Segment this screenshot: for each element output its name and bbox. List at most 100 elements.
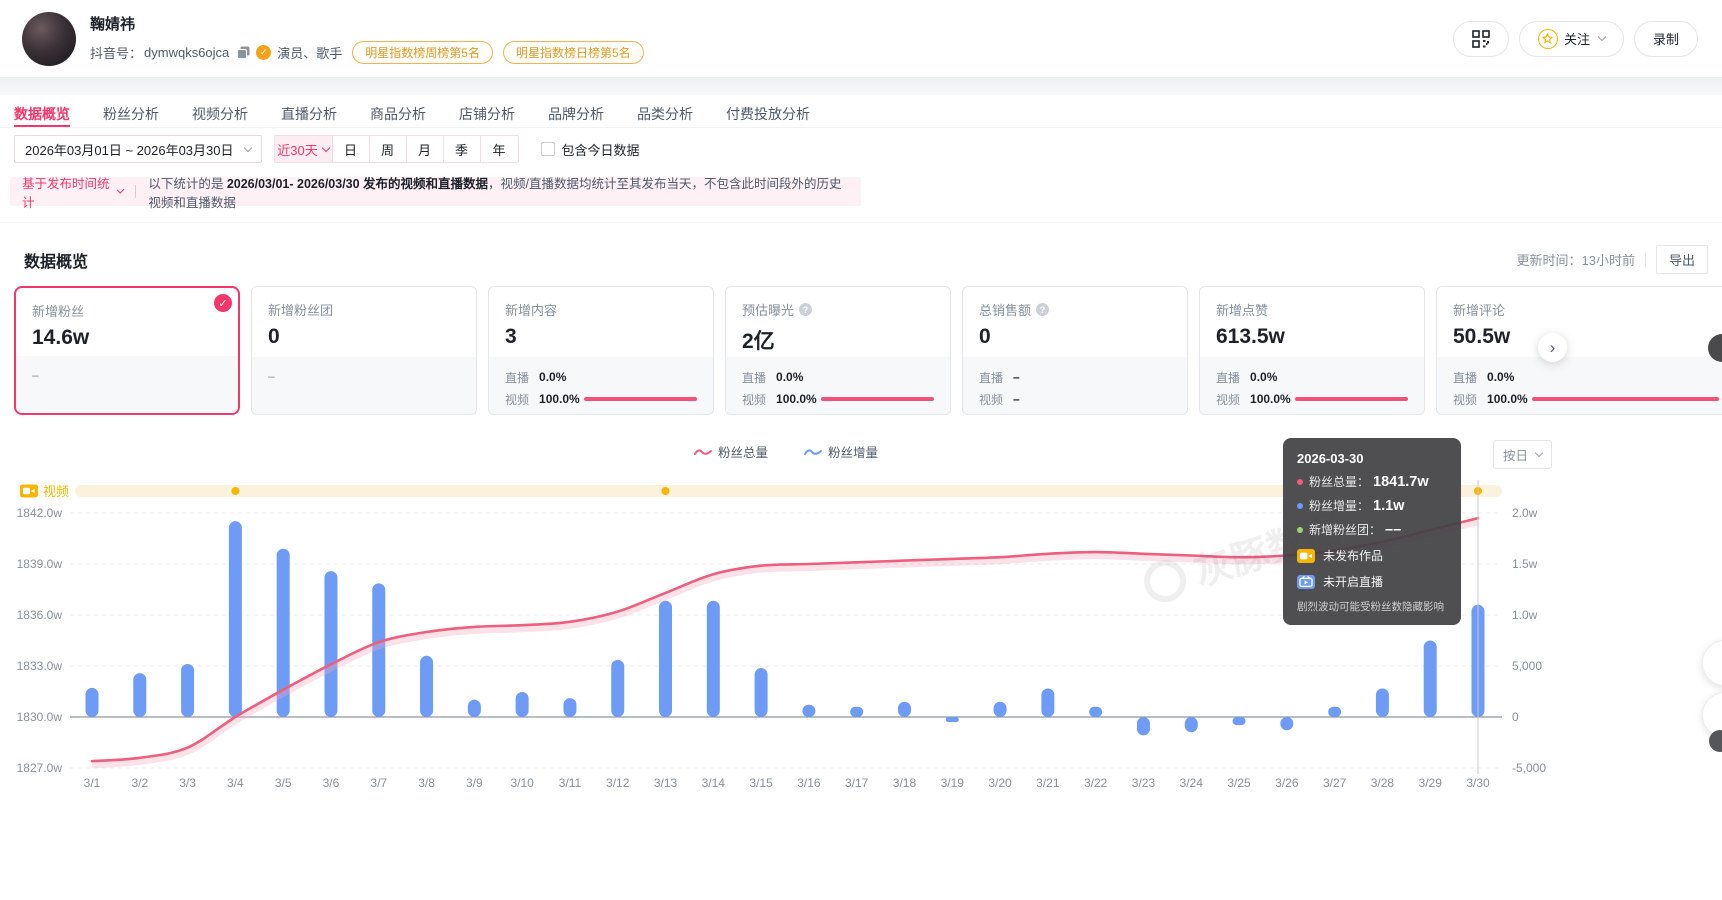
card-value: 0	[979, 325, 1171, 349]
period-月[interactable]: 月	[407, 136, 444, 162]
chevron-down-icon	[1535, 449, 1543, 457]
tab-视频分析[interactable]: 视频分析	[192, 104, 248, 127]
x-axis-tick: 3/6	[323, 776, 340, 790]
stat-card-新增点赞[interactable]: 新增点赞613.5w直播0.0%视频100.0%	[1199, 286, 1425, 415]
fans-trend-chart: 粉丝总量粉丝增量 按日 灰豚数据 1842.0w2.0w1839.0w1.5w1…	[0, 438, 1722, 818]
card-breakdown-row: 直播–	[979, 367, 1171, 387]
stat-card-新增粉丝[interactable]: 新增粉丝14.6w✓–	[14, 286, 240, 415]
x-axis-tick: 3/1	[84, 776, 101, 790]
follow-label: 关注	[1564, 29, 1590, 48]
right-axis-tick: 0	[1512, 710, 1519, 724]
x-axis-tick: 3/16	[797, 776, 821, 790]
card-label: 新增粉丝	[32, 301, 222, 320]
help-icon[interactable]: ?	[1036, 303, 1049, 316]
tooltip-date: 2026-03-30	[1297, 451, 1447, 466]
qr-code-button[interactable]	[1453, 21, 1509, 57]
granularity-select[interactable]: 按日	[1493, 440, 1552, 469]
card-selected-check-icon: ✓	[214, 294, 232, 312]
date-range-value: 2026年03月01日 ~ 2026年03月30日	[25, 140, 234, 159]
avatar[interactable]	[22, 12, 76, 66]
card-top: 总销售额?0	[963, 287, 1187, 349]
legend-item-粉丝增量[interactable]: 粉丝增量	[804, 442, 878, 461]
x-axis-tick: 3/15	[749, 776, 773, 790]
date-range-picker[interactable]: 2026年03月01日 ~ 2026年03月30日	[14, 135, 262, 163]
tab-付费投放分析[interactable]: 付费投放分析	[726, 104, 810, 127]
qr-icon	[1472, 30, 1490, 48]
card-breakdown: 直播0.0%视频100.0%	[1437, 357, 1722, 414]
video-publish-dot	[662, 487, 670, 495]
tab-粉丝分析[interactable]: 粉丝分析	[103, 104, 159, 127]
period-日[interactable]: 日	[333, 136, 370, 162]
tab-品类分析[interactable]: 品类分析	[637, 104, 693, 127]
x-axis-tick: 3/24	[1180, 776, 1204, 790]
tooltip-dot	[1297, 503, 1303, 509]
rank-badge-day: 明星指数榜日榜第5名	[503, 41, 644, 64]
chevron-down-icon	[321, 143, 329, 151]
x-axis-tick: 3/30	[1466, 776, 1490, 790]
period-周[interactable]: 周	[370, 136, 407, 162]
header-divider-strip	[0, 77, 1722, 95]
include-today-checkbox[interactable]	[541, 142, 555, 156]
card-value: 50.5w	[1453, 325, 1719, 349]
legend-item-粉丝总量[interactable]: 粉丝总量	[694, 442, 768, 461]
no-video-label: 未发布作品	[1323, 547, 1383, 564]
card-progress-bar	[1295, 397, 1408, 402]
card-breakdown: 直播0.0%视频100.0%	[489, 357, 713, 414]
help-icon[interactable]: ?	[799, 303, 812, 316]
follow-button[interactable]: 关注	[1519, 21, 1624, 57]
section-separator	[0, 222, 1722, 223]
tab-品牌分析[interactable]: 品牌分析	[548, 104, 604, 127]
card-top: 新增粉丝团0	[252, 287, 476, 349]
card-breakdown-row: 直播0.0%	[742, 367, 934, 387]
right-axis-tick: 5,000	[1512, 659, 1542, 673]
x-axis-tick: 3/20	[988, 776, 1012, 790]
period-季[interactable]: 季	[444, 136, 481, 162]
x-axis-tick: 3/23	[1132, 776, 1156, 790]
bar-3/13	[659, 601, 672, 717]
stat-card-总销售额[interactable]: 总销售额?0直播–视频–	[962, 286, 1188, 415]
tab-数据概览[interactable]: 数据概览	[14, 104, 70, 127]
tooltip-value: 1.1w	[1373, 498, 1404, 514]
video-publish-dot	[231, 487, 239, 495]
x-axis-tick: 3/4	[227, 776, 244, 790]
bar-3/16	[802, 705, 815, 717]
export-button[interactable]: 导出	[1656, 245, 1708, 274]
tab-商品分析[interactable]: 商品分析	[370, 104, 426, 127]
stat-card-新增粉丝团[interactable]: 新增粉丝团0–	[251, 286, 477, 415]
tab-店铺分析[interactable]: 店铺分析	[459, 104, 515, 127]
profile-role: 演员、歌手	[277, 43, 342, 62]
stat-card-预估曝光[interactable]: 预估曝光?2亿直播0.0%视频100.0%	[725, 286, 951, 415]
chevron-down-icon	[1598, 33, 1606, 41]
stat-card-新增内容[interactable]: 新增内容3直播0.0%视频100.0%	[488, 286, 714, 415]
right-axis-tick: 1.0w	[1512, 608, 1538, 622]
rank-badge-week: 明星指数榜周榜第5名	[352, 41, 493, 64]
card-dash: –	[32, 364, 222, 382]
bar-3/15	[755, 668, 768, 717]
douyin-id-label: 抖音号：	[90, 43, 142, 62]
section-title: 数据概览	[24, 248, 88, 272]
x-axis-tick: 3/7	[370, 776, 387, 790]
left-axis-tick: 1839.0w	[17, 557, 63, 571]
stat-card-新增评论[interactable]: 新增评论50.5w直播0.0%视频100.0%	[1436, 286, 1722, 415]
filter-row: 2026年03月01日 ~ 2026年03月30日 近30天 日周月季年 包含今…	[14, 135, 1722, 163]
tooltip-metric-row: 粉丝增量：1.1w	[1297, 497, 1447, 514]
bar-3/2	[133, 673, 146, 717]
bar-3/10	[516, 692, 529, 717]
x-axis-tick: 3/3	[179, 776, 196, 790]
chart-canvas[interactable]: 1842.0w2.0w1839.0w1.5w1836.0w1.0w1833.0w…	[0, 438, 1722, 818]
card-label: 新增粉丝团	[268, 300, 460, 319]
tab-直播分析[interactable]: 直播分析	[281, 104, 337, 127]
x-axis-tick: 3/10	[510, 776, 534, 790]
period-年[interactable]: 年	[481, 136, 518, 162]
chevron-down-icon	[243, 143, 251, 151]
bar-3/11	[563, 698, 576, 717]
stat-basis-dropdown[interactable]: 基于发布时间统计	[22, 173, 123, 211]
copy-icon[interactable]	[237, 46, 250, 59]
live-icon	[1297, 575, 1315, 589]
quick-range-button[interactable]: 近30天	[275, 136, 333, 162]
cards-next-button[interactable]: ›	[1538, 333, 1567, 362]
right-axis-tick: 1.5w	[1512, 557, 1538, 571]
card-breakdown-row: 直播0.0%	[1453, 367, 1719, 387]
record-button[interactable]: 录制	[1634, 21, 1698, 57]
include-today-row: 包含今日数据	[541, 140, 640, 159]
